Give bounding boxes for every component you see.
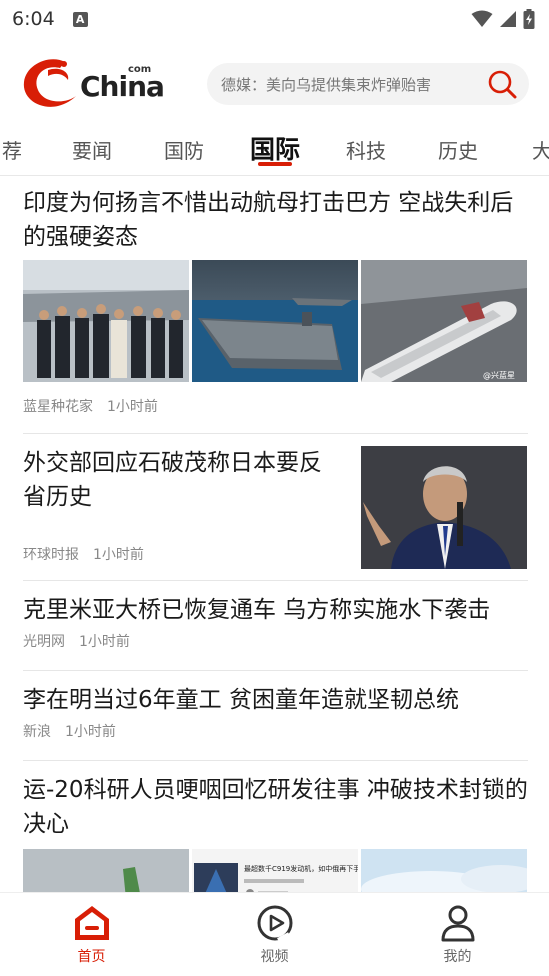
tab-history[interactable]: 历史 bbox=[438, 135, 478, 164]
news-title[interactable]: 印度为何扬言不惜出动航母打击巴方 空战失利后的强硬姿态 bbox=[23, 186, 528, 254]
news-image-row: @兴蓝星 bbox=[23, 260, 528, 382]
china-com-logo[interactable]: China com bbox=[20, 54, 165, 114]
logo-sup: com bbox=[128, 64, 152, 75]
news-image-row: 最超数千C919发动机，如中俄再下手脚子为何美国要说试着失败？ bbox=[23, 849, 528, 892]
nav-profile[interactable]: 我的 bbox=[398, 904, 518, 966]
home-icon bbox=[74, 905, 109, 940]
news-title[interactable]: 运-20科研人员哽咽回忆研发往事 冲破技术封锁的决心 bbox=[23, 773, 528, 841]
news-meta: 环球时报 1小时前 bbox=[23, 544, 144, 564]
signal-icon bbox=[500, 11, 516, 27]
nav-video-label: 视频 bbox=[260, 948, 289, 965]
tab-defense[interactable]: 国防 bbox=[164, 135, 204, 164]
battery-charging-icon bbox=[523, 9, 535, 29]
news-source: 光明网 bbox=[23, 634, 65, 650]
news-meta: 新浪 1小时前 bbox=[23, 721, 528, 741]
article-screenshot-photo: 最超数千C919发动机，如中俄再下手脚子为何美国要说试着失败？ bbox=[192, 849, 358, 892]
nav-video[interactable]: 视频 bbox=[215, 904, 335, 966]
news-feed[interactable]: 印度为何扬言不惜出动航母打击巴方 空战失利后的强硬姿态 @兴蓝星 蓝星种花家 1… bbox=[0, 176, 549, 892]
screenshot-headline: 最超数千C919发动机，如中俄再下手脚子为何美国要说试着失败？ bbox=[244, 864, 358, 873]
news-title[interactable]: 外交部回应石破茂称日本要反省历史 bbox=[23, 446, 343, 514]
news-title[interactable]: 克里米亚大桥已恢复通车 乌方称实施水下袭击 bbox=[23, 593, 528, 627]
category-tabs: 荐 要闻 国防 国际 科技 历史 大 bbox=[0, 124, 549, 176]
status-bar: 6:04 A bbox=[0, 0, 549, 38]
tab-recommend[interactable]: 荐 bbox=[2, 135, 22, 164]
politician-speaking-photo bbox=[361, 446, 527, 569]
news-source: 新浪 bbox=[23, 724, 51, 740]
notification-icon: A bbox=[72, 11, 88, 27]
logo-text: China bbox=[80, 70, 165, 103]
search-icon[interactable] bbox=[487, 69, 517, 99]
sky-photo bbox=[361, 849, 527, 892]
aircraft-carrier-photo bbox=[192, 260, 358, 382]
news-meta: 光明网 1小时前 bbox=[23, 631, 528, 651]
news-item[interactable]: 克里米亚大桥已恢复通车 乌方称实施水下袭击 光明网 1小时前 bbox=[23, 581, 528, 671]
news-time: 1小时前 bbox=[65, 724, 116, 740]
missile-photo: @兴蓝星 bbox=[361, 260, 527, 382]
play-video-icon bbox=[257, 905, 292, 942]
news-time: 1小时前 bbox=[107, 399, 158, 415]
wifi-icon bbox=[471, 10, 493, 27]
search-bar[interactable]: 德媒：美向乌提供集束炸弹贻害 bbox=[207, 63, 529, 105]
news-meta: 蓝星种花家 1小时前 bbox=[23, 396, 528, 416]
nav-profile-label: 我的 bbox=[443, 948, 472, 965]
carrier-crew-photo bbox=[23, 260, 189, 382]
nav-home[interactable]: 首页 bbox=[32, 904, 152, 966]
active-tab-indicator bbox=[258, 162, 292, 166]
news-item[interactable]: 外交部回应石破茂称日本要反省历史 环球时报 1小时前 bbox=[23, 434, 528, 581]
news-time: 1小时前 bbox=[79, 634, 130, 650]
aircraft-tail-photo bbox=[23, 849, 189, 892]
news-item[interactable]: 印度为何扬言不惜出动航母打击巴方 空战失利后的强硬姿态 @兴蓝星 蓝星种花家 1… bbox=[23, 186, 528, 434]
news-item[interactable]: 李在明当过6年童工 贫困童年造就坚韧总统 新浪 1小时前 bbox=[23, 671, 528, 761]
news-item[interactable]: 运-20科研人员哽咽回忆研发往事 冲破技术封锁的决心 最超数千C919发动机，如… bbox=[23, 761, 528, 892]
tab-technology[interactable]: 科技 bbox=[346, 135, 386, 164]
tab-more[interactable]: 大 bbox=[532, 135, 549, 164]
status-icons bbox=[471, 9, 535, 29]
nav-home-label: 首页 bbox=[77, 948, 106, 965]
app-header: China com 德媒：美向乌提供集束炸弹贻害 bbox=[0, 52, 549, 116]
news-time: 1小时前 bbox=[93, 547, 144, 563]
news-source: 环球时报 bbox=[23, 547, 79, 563]
news-source: 蓝星种花家 bbox=[23, 399, 93, 415]
tab-headlines[interactable]: 要闻 bbox=[72, 135, 112, 164]
bottom-navigation: 首页 视频 我的 bbox=[0, 892, 549, 976]
news-title[interactable]: 李在明当过6年童工 贫困童年造就坚韧总统 bbox=[23, 683, 528, 717]
search-input[interactable]: 德媒：美向乌提供集束炸弹贻害 bbox=[221, 74, 487, 95]
user-profile-icon bbox=[441, 905, 474, 941]
status-time: 6:04 bbox=[12, 8, 55, 30]
tab-international[interactable]: 国际 bbox=[250, 130, 300, 166]
image-caption: @兴蓝星 bbox=[483, 370, 515, 380]
